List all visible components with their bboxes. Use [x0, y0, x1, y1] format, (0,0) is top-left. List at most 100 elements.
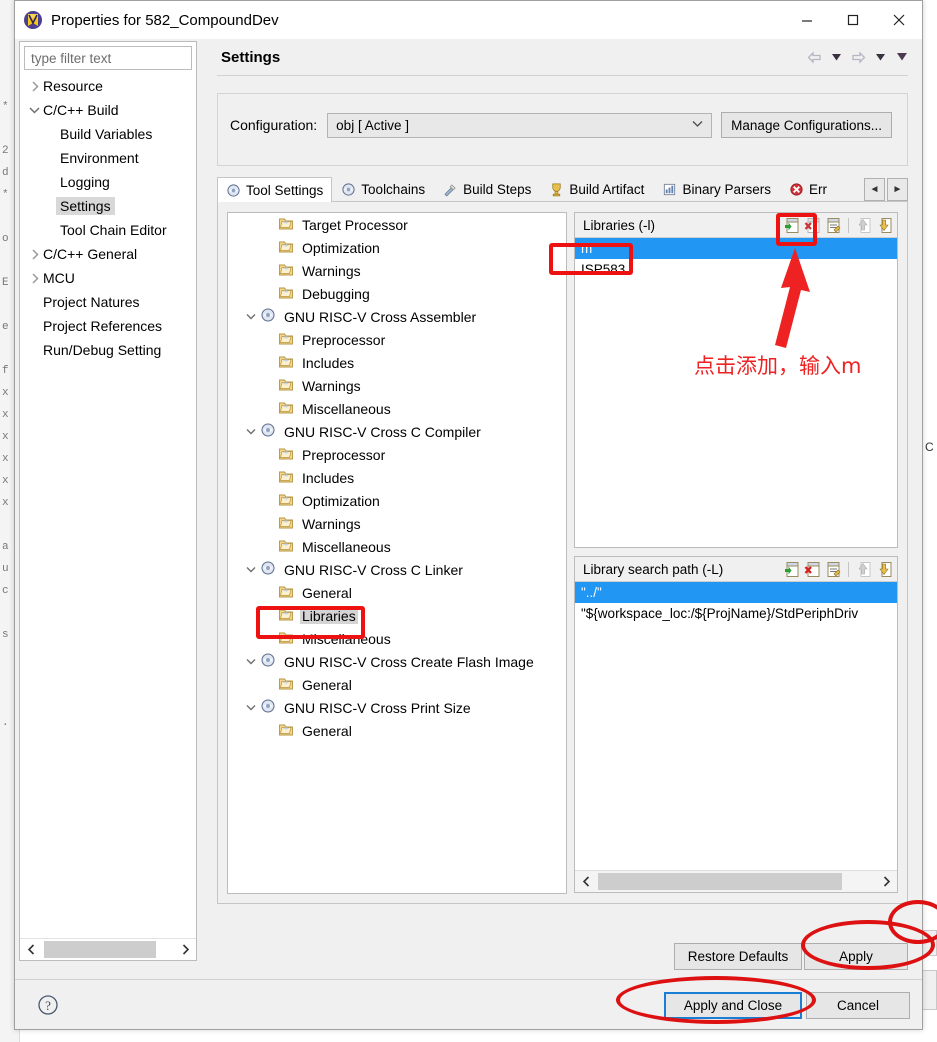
- tab-build-steps[interactable]: Build Steps: [434, 176, 540, 201]
- tool-tree-item-miscellaneous[interactable]: Miscellaneous: [228, 397, 566, 420]
- sp-scroll-right-icon[interactable]: [875, 871, 897, 892]
- tab-tool-settings[interactable]: Tool Settings: [217, 177, 332, 202]
- edit-icon[interactable]: [825, 561, 842, 578]
- tool-tree-item-includes[interactable]: Includes: [228, 351, 566, 374]
- chevron-down-icon[interactable]: [242, 658, 260, 665]
- tool-tree-item-warnings[interactable]: Warnings: [228, 259, 566, 282]
- tool-tree-item-label: Miscellaneous: [300, 401, 393, 417]
- tool-tree-item-gnu-risc-v-cross-c-linker[interactable]: GNU RISC-V Cross C Linker: [228, 558, 566, 581]
- tool-tree-item-includes[interactable]: Includes: [228, 466, 566, 489]
- sp-scroll-thumb[interactable]: [598, 873, 842, 890]
- chevron-down-icon[interactable]: [242, 428, 260, 435]
- move-up-icon[interactable]: [855, 561, 872, 578]
- tool-tree-item-miscellaneous[interactable]: Miscellaneous: [228, 627, 566, 650]
- nav-scroll-track[interactable]: [42, 939, 174, 960]
- delete-icon[interactable]: [804, 217, 821, 234]
- tool-tree-item-optimization[interactable]: Optimization: [228, 236, 566, 259]
- chevron-down-icon[interactable]: [242, 704, 260, 711]
- back-dropdown-chevron-down-icon[interactable]: [826, 46, 846, 68]
- sidebar-item-mcu[interactable]: MCU: [20, 266, 196, 290]
- page-icon: [278, 215, 296, 234]
- move-down-icon[interactable]: [876, 217, 893, 234]
- list-item[interactable]: "${workspace_loc:/${ProjName}/StdPeriphD…: [575, 603, 897, 624]
- sidebar-item-build-variables[interactable]: Build Variables: [20, 122, 196, 146]
- sidebar-item-run-debug-setting[interactable]: Run/Debug Setting: [20, 338, 196, 362]
- tab-scroll-prev-icon[interactable]: ◄: [864, 178, 885, 201]
- tool-tree-item-preprocessor[interactable]: Preprocessor: [228, 328, 566, 351]
- delete-icon[interactable]: [804, 561, 821, 578]
- tool-tree-item-general[interactable]: General: [228, 719, 566, 742]
- help-icon[interactable]: ?: [37, 994, 59, 1016]
- sidebar-item-resource[interactable]: Resource: [20, 74, 196, 98]
- sidebar-item-settings[interactable]: Settings: [20, 194, 196, 218]
- tab-scroll-next-icon[interactable]: ►: [887, 178, 908, 201]
- sidebar-item-environment[interactable]: Environment: [20, 146, 196, 170]
- close-button[interactable]: [876, 1, 922, 39]
- page-icon: [278, 583, 296, 602]
- tool-tree-item-general[interactable]: General: [228, 581, 566, 604]
- nav-horizontal-scrollbar[interactable]: [20, 938, 196, 960]
- tab-binary-parsers[interactable]: Binary Parsers: [653, 176, 780, 201]
- tool-tree-item-target-processor[interactable]: Target Processor: [228, 213, 566, 236]
- back-button[interactable]: [804, 46, 824, 68]
- sp-scroll-left-icon[interactable]: [575, 871, 597, 892]
- sidebar-item-label: Tool Chain Editor: [60, 222, 167, 238]
- manage-configurations-button[interactable]: Manage Configurations...: [721, 112, 892, 138]
- view-menu-chevron-down-icon[interactable]: [892, 46, 912, 68]
- restore-defaults-button[interactable]: Restore Defaults: [674, 943, 802, 970]
- add-icon[interactable]: [783, 217, 800, 234]
- move-down-icon[interactable]: [876, 561, 893, 578]
- tab-label: Build Artifact: [569, 182, 644, 197]
- filter-placeholder: type filter text: [31, 51, 111, 66]
- add-icon[interactable]: [783, 561, 800, 578]
- nav-scroll-left-icon[interactable]: [20, 939, 42, 960]
- chevron-down-icon[interactable]: [242, 566, 260, 573]
- chevron-right-icon[interactable]: [26, 81, 43, 92]
- nav-scroll-thumb[interactable]: [44, 941, 156, 958]
- forward-dropdown-chevron-down-icon[interactable]: [870, 46, 890, 68]
- tab-label: Err: [809, 182, 827, 197]
- list-item[interactable]: "../": [575, 582, 897, 603]
- tool-tree-item-debugging[interactable]: Debugging: [228, 282, 566, 305]
- forward-button[interactable]: [848, 46, 868, 68]
- tab-toolchains[interactable]: Toolchains: [332, 176, 434, 201]
- cancel-button[interactable]: Cancel: [806, 992, 910, 1019]
- sp-scroll-track[interactable]: [597, 871, 875, 892]
- maximize-button[interactable]: [830, 1, 876, 39]
- chevron-right-icon[interactable]: [26, 273, 43, 284]
- edit-icon[interactable]: [825, 217, 842, 234]
- apply-button[interactable]: Apply: [804, 943, 908, 970]
- chevron-right-icon[interactable]: [26, 249, 43, 260]
- tool-icon: [260, 422, 278, 441]
- sidebar-item-c-c-build[interactable]: C/C++ Build: [20, 98, 196, 122]
- tab-build-artifact[interactable]: Build Artifact: [540, 176, 653, 201]
- tool-tree-item-miscellaneous[interactable]: Miscellaneous: [228, 535, 566, 558]
- move-up-icon[interactable]: [855, 217, 872, 234]
- tool-tree-item-libraries[interactable]: Libraries: [228, 604, 566, 627]
- tool-tree-item-optimization[interactable]: Optimization: [228, 489, 566, 512]
- sidebar-item-tool-chain-editor[interactable]: Tool Chain Editor: [20, 218, 196, 242]
- list-item[interactable]: m: [575, 238, 897, 259]
- list-item[interactable]: ISP583: [575, 259, 897, 280]
- tab-err[interactable]: Err: [780, 176, 836, 201]
- tool-tree-item-preprocessor[interactable]: Preprocessor: [228, 443, 566, 466]
- tool-tree-item-gnu-risc-v-cross-create-flash-image[interactable]: GNU RISC-V Cross Create Flash Image: [228, 650, 566, 673]
- chevron-down-icon[interactable]: [26, 106, 43, 114]
- tool-tree-item-general[interactable]: General: [228, 673, 566, 696]
- tool-tree-item-warnings[interactable]: Warnings: [228, 512, 566, 535]
- sidebar-item-project-natures[interactable]: Project Natures: [20, 290, 196, 314]
- tool-tree-item-warnings[interactable]: Warnings: [228, 374, 566, 397]
- sidebar-item-c-c-general[interactable]: C/C++ General: [20, 242, 196, 266]
- configuration-select[interactable]: obj [ Active ]: [327, 113, 712, 138]
- search-path-horizontal-scrollbar[interactable]: [575, 870, 897, 892]
- chevron-down-icon[interactable]: [242, 313, 260, 320]
- tool-tree-item-gnu-risc-v-cross-assembler[interactable]: GNU RISC-V Cross Assembler: [228, 305, 566, 328]
- sidebar-item-project-references[interactable]: Project References: [20, 314, 196, 338]
- minimize-button[interactable]: [784, 1, 830, 39]
- tool-tree-item-gnu-risc-v-cross-print-size[interactable]: GNU RISC-V Cross Print Size: [228, 696, 566, 719]
- apply-and-close-button[interactable]: Apply and Close: [664, 992, 802, 1019]
- sidebar-item-logging[interactable]: Logging: [20, 170, 196, 194]
- filter-input[interactable]: type filter text: [24, 46, 192, 70]
- tool-tree-item-gnu-risc-v-cross-c-compiler[interactable]: GNU RISC-V Cross C Compiler: [228, 420, 566, 443]
- nav-scroll-right-icon[interactable]: [174, 939, 196, 960]
